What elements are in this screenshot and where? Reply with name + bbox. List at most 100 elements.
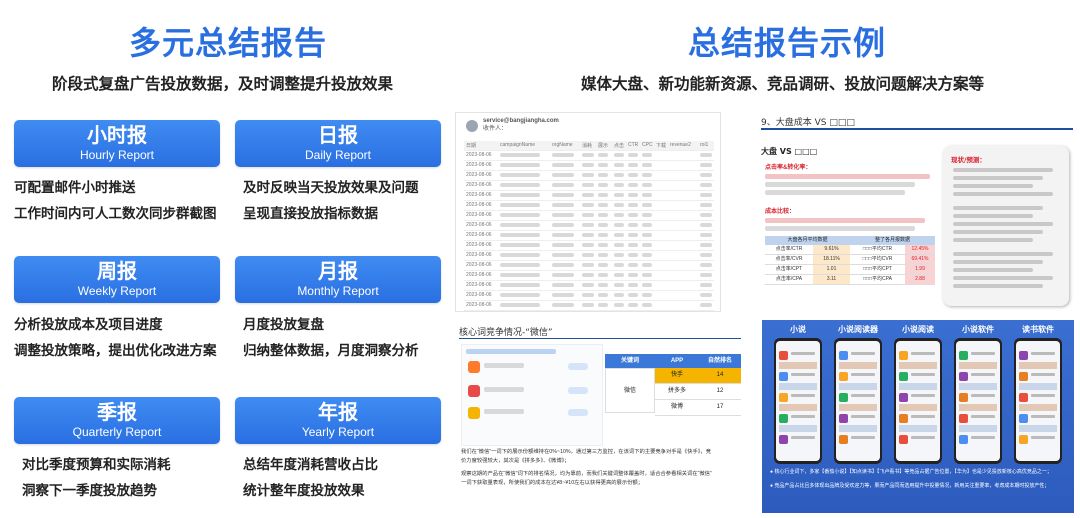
redacted-text xyxy=(953,184,1033,188)
slide-heading: 核心词竞争情况-“微信” xyxy=(459,328,553,338)
redacted-cell xyxy=(628,153,638,157)
redacted-text xyxy=(765,174,930,179)
date-cell: 2023-08-06 xyxy=(466,302,492,308)
date-cell: 2023-08-06 xyxy=(466,242,492,248)
quarterly-report-card: 季报 Quarterly Report xyxy=(14,397,220,444)
phone-screenshot xyxy=(894,338,942,464)
header-cell: CPC xyxy=(642,142,653,148)
redacted-cell xyxy=(500,153,540,157)
app-banner xyxy=(779,404,817,411)
table-row: 快手 14 xyxy=(655,368,741,384)
table-row: 2023-08-06 xyxy=(464,211,714,221)
app-row xyxy=(1019,393,1028,402)
app-banner xyxy=(779,362,817,369)
note-line: ● 竞品产品占比且多体现出品牌及受欢迎力等，果而产品同而选用提升中投量情况，新用… xyxy=(770,483,1050,489)
redacted-cell xyxy=(598,283,608,287)
phone-screenshot xyxy=(834,338,882,464)
desc-line: 对比季度预算和实际消耗 xyxy=(22,457,171,473)
redacted-cell xyxy=(582,253,594,257)
app-search-mock xyxy=(461,344,603,446)
redacted-cell xyxy=(700,213,712,217)
redacted-cell xyxy=(500,283,540,287)
table-row: 2023-08-06 xyxy=(464,161,714,171)
app-row xyxy=(899,372,908,381)
app-row-text xyxy=(1031,415,1055,418)
header-cell: revenue2 xyxy=(670,142,691,148)
date-cell: 2023-08-06 xyxy=(466,252,492,258)
app-row-text xyxy=(911,373,935,376)
redacted-cell xyxy=(598,163,608,167)
app-row xyxy=(779,372,788,381)
redacted-cell xyxy=(700,183,712,187)
table-row: 2023-08-06 xyxy=(464,271,714,281)
desc-line: 归纳整体数据，月度洞察分析 xyxy=(243,343,419,359)
redacted-cell xyxy=(598,253,608,257)
app-row-text xyxy=(971,415,995,418)
redacted-cell xyxy=(642,243,652,247)
redacted-cell xyxy=(700,153,712,157)
redacted-cell xyxy=(582,213,594,217)
date-cell: 2023-08-06 xyxy=(466,182,492,188)
redacted-text xyxy=(953,260,1043,264)
redacted-cell xyxy=(700,203,712,207)
data-table: 日期 campaignName orgName 消耗 展示 点击 CTR CPC… xyxy=(464,141,714,312)
monthly-report-desc: 月度投放复盘 归纳整体数据，月度洞察分析 xyxy=(243,312,419,364)
redacted-cell xyxy=(500,233,540,237)
table-cell: 点击率/CPA xyxy=(765,275,813,284)
table-row: 2023-08-06 xyxy=(464,311,714,312)
table-body: 微信 快手 14 拼多多 12 微博 17 xyxy=(605,368,741,416)
header-cell: orgName xyxy=(552,142,573,148)
app-row xyxy=(839,435,848,444)
redacted-cell xyxy=(642,193,652,197)
get-button xyxy=(568,387,588,394)
header-cell: APP xyxy=(670,358,684,364)
redacted-cell xyxy=(500,163,540,167)
table-row: 点击率/CPT 1.01 □□□平均CPT 1.99 xyxy=(765,265,935,275)
slide-subheading: 大盘 VS □□□ xyxy=(761,147,818,156)
rank-cell: 17 xyxy=(699,400,741,415)
app-row-text xyxy=(971,373,995,376)
redacted-cell xyxy=(628,183,638,187)
redacted-cell xyxy=(582,283,594,287)
keyword-table: 关键词 APP 自然排名 微信 快手 14 拼多多 12 微博 17 xyxy=(605,354,741,416)
redacted-cell xyxy=(582,223,594,227)
desc-line: 调整投放策略，提出优化改进方案 xyxy=(14,343,217,359)
redacted-cell xyxy=(598,243,608,247)
app-icon xyxy=(468,361,480,373)
redacted-cell xyxy=(700,303,712,307)
redacted-cell xyxy=(598,263,608,267)
redacted-cell xyxy=(598,173,608,177)
redacted-cell xyxy=(628,203,638,207)
card-subtitle: Monthly Report xyxy=(297,284,379,298)
card-title: 月报 xyxy=(318,259,358,283)
redacted-cell xyxy=(628,273,638,277)
category-label: 小说软件 xyxy=(962,325,994,334)
table-row: 2023-08-06 xyxy=(464,301,714,311)
redacted-cell xyxy=(500,293,540,297)
redacted-text xyxy=(765,218,925,223)
redacted-cell xyxy=(700,193,712,197)
table-cell: □□□平均CVR xyxy=(850,255,905,264)
redacted-text xyxy=(953,214,1033,218)
redacted-cell xyxy=(552,183,574,187)
card-title: 季报 xyxy=(97,400,137,424)
redacted-text xyxy=(953,268,1033,272)
redacted-cell xyxy=(552,223,574,227)
table-row: 微博 17 xyxy=(655,400,741,416)
table-cell: 18.11% xyxy=(813,255,850,264)
monthly-report-card: 月报 Monthly Report xyxy=(235,256,441,303)
bullet-ctr: 点击率&转化率： xyxy=(765,164,935,195)
app-row xyxy=(839,393,848,402)
header-cell: 整了各月报数据 xyxy=(874,237,910,243)
app-cell: 微博 xyxy=(655,400,699,415)
right-title: 总结报告示例 xyxy=(688,24,887,62)
quarterly-report-desc: 对比季度预算和实际消耗 洞察下一季度投放趋势 xyxy=(22,452,171,504)
redacted-cell xyxy=(628,213,638,217)
app-banner xyxy=(899,383,937,390)
redacted-cell xyxy=(598,233,608,237)
phone-screen xyxy=(776,341,820,461)
redacted-cell xyxy=(700,253,712,257)
app-row xyxy=(899,414,908,423)
desc-line: 月度投放复盘 xyxy=(243,317,324,333)
date-cell: 2023-08-06 xyxy=(466,222,492,228)
